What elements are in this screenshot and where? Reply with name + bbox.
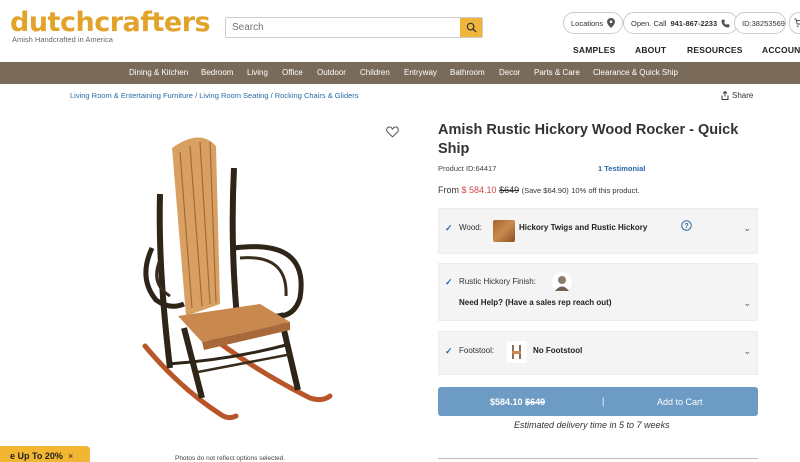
phone-number: 941-867-2233 <box>670 18 718 28</box>
add-to-cart-button[interactable]: $584.10 $649 | Add to Cart <box>438 387 758 416</box>
logo-wordmark: dutchcrafters <box>10 7 211 38</box>
locations-label: Locations <box>571 18 604 28</box>
phone-button[interactable]: Open. Call 941-867-2233 <box>623 12 739 34</box>
price-line: From $ 584.10 $649 (Save $64.90) 10% off… <box>438 185 640 195</box>
nav-about[interactable]: ABOUT <box>635 45 666 55</box>
site-header: dutchcrafters Amish Handcrafted in Ameri… <box>0 0 800 62</box>
help-question-icon[interactable]: ? <box>681 220 692 231</box>
cart-divider: | <box>602 396 605 406</box>
share-label: Share <box>732 91 754 100</box>
nav-resources[interactable]: RESOURCES <box>687 45 743 55</box>
breadcrumb-item[interactable]: Rocking Chairs & Gliders <box>275 91 359 100</box>
promo-close-icon[interactable]: × <box>68 451 73 461</box>
price-from: From <box>438 185 459 195</box>
savings-amount: (Save $64.90) <box>521 186 569 195</box>
site-logo[interactable]: dutchcrafters Amish Handcrafted in Ameri… <box>10 7 211 44</box>
chevron-down-icon: ⌄ <box>743 346 751 356</box>
search-input[interactable] <box>226 18 461 37</box>
breadcrumb-separator: / <box>270 91 273 100</box>
breadcrumb-separator: / <box>195 91 198 100</box>
add-to-cart-label: Add to Cart <box>657 397 703 407</box>
option-wood-value: Hickory Twigs and Rustic Hickory <box>519 223 648 232</box>
checkmark-icon: ✓ <box>445 346 453 356</box>
delivery-estimate: Estimated delivery time in 5 to 7 weeks <box>514 420 670 430</box>
option-finish-label: Rustic Hickory Finish: <box>459 277 536 286</box>
category-office[interactable]: Office <box>282 68 303 77</box>
category-children[interactable]: Children <box>360 68 390 77</box>
category-nav: Dining & Kitchen Bedroom Living Office O… <box>0 62 800 84</box>
category-bathroom[interactable]: Bathroom <box>450 68 485 77</box>
checkmark-icon: ✓ <box>445 277 453 287</box>
search-icon <box>466 22 477 33</box>
checkmark-icon: ✓ <box>445 223 453 233</box>
chevron-down-icon: ⌄ <box>743 223 751 233</box>
cart-icon-button[interactable] <box>789 12 800 34</box>
category-decor[interactable]: Decor <box>499 68 520 77</box>
breadcrumb-item[interactable]: Living Room & Entertaining Furniture <box>70 91 193 100</box>
cart-icon <box>794 18 800 27</box>
category-living[interactable]: Living <box>247 68 268 77</box>
option-footstool-label: Footstool: <box>459 346 495 355</box>
category-parts-care[interactable]: Parts & Care <box>534 68 580 77</box>
option-wood-label: Wood: <box>459 223 482 232</box>
option-wood[interactable]: ✓ Wood: Hickory Twigs and Rustic Hickory… <box>438 208 758 254</box>
logo-text-crafters: crafters <box>94 7 211 38</box>
cart-original-price: $649 <box>525 397 546 407</box>
product-image[interactable] <box>140 128 360 424</box>
nav-samples[interactable]: SAMPLES <box>573 45 616 55</box>
cart-sale-price: $584.10 <box>490 397 523 407</box>
sales-rep-avatar <box>552 272 572 292</box>
product-title: Amish Rustic Hickory Wood Rocker - Quick… <box>438 122 739 157</box>
favorite-heart-icon[interactable] <box>386 126 399 138</box>
testimonial-link[interactable]: 1 Testimonial <box>598 164 645 173</box>
wood-swatch <box>493 220 515 242</box>
phone-label: Open. Call <box>631 18 667 28</box>
footstool-thumbnail <box>507 341 527 363</box>
phone-icon <box>721 18 730 28</box>
share-button[interactable]: Share <box>721 91 753 100</box>
product-id: Product ID:64417 <box>438 164 497 173</box>
nav-account[interactable]: ACCOUNT <box>762 45 800 55</box>
promo-tab[interactable]: e Up To 20% × <box>0 446 90 462</box>
chevron-down-icon: ⌄ <box>743 298 751 308</box>
category-bedroom[interactable]: Bedroom <box>201 68 233 77</box>
breadcrumb: Living Room & Entertaining Furniture / L… <box>70 91 359 100</box>
cart-price: $584.10 $649 <box>490 397 545 407</box>
breadcrumb-item[interactable]: Living Room Seating <box>199 91 268 100</box>
locations-button[interactable]: Locations <box>563 12 624 34</box>
session-id-badge: ID:38253569 <box>734 12 786 34</box>
option-finish[interactable]: ✓ Rustic Hickory Finish: Need Help? (Hav… <box>438 263 758 321</box>
map-pin-icon <box>607 18 616 28</box>
category-entryway[interactable]: Entryway <box>404 68 437 77</box>
promo-text: e Up To 20% <box>10 451 63 461</box>
section-divider <box>438 458 758 459</box>
category-dining-kitchen[interactable]: Dining & Kitchen <box>129 68 188 77</box>
sale-price: $ 584.10 <box>461 185 497 195</box>
search-box <box>225 17 483 38</box>
photo-disclaimer: Photos do not reflect options selected. <box>175 455 286 462</box>
category-clearance[interactable]: Clearance & Quick Ship <box>593 68 678 77</box>
option-footstool-value: No Footstool <box>533 346 583 355</box>
original-price: $649 <box>499 185 520 195</box>
search-button[interactable] <box>460 18 482 37</box>
logo-text-dutch: dutch <box>10 7 95 38</box>
discount-note: 10% off this product. <box>571 186 640 195</box>
session-id: ID:38253569 <box>742 18 785 28</box>
option-finish-value: Need Help? (Have a sales rep reach out) <box>459 298 612 307</box>
category-outdoor[interactable]: Outdoor <box>317 68 346 77</box>
option-footstool[interactable]: ✓ Footstool: No Footstool ⌄ <box>438 331 758 375</box>
share-icon <box>721 91 729 100</box>
svg-text:?: ? <box>684 223 688 230</box>
